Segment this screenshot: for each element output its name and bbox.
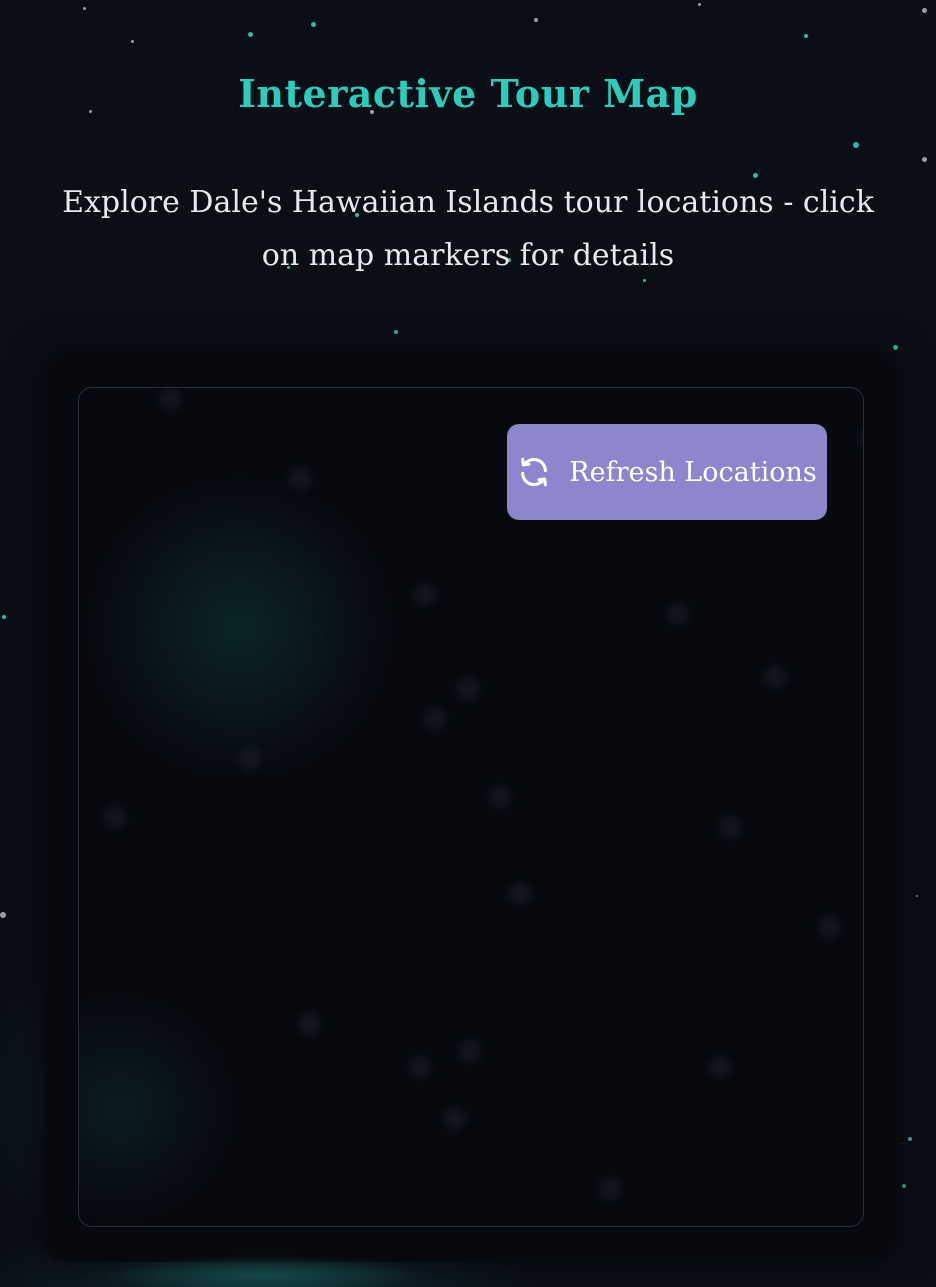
star: [922, 8, 927, 13]
star: [83, 7, 86, 10]
map-dot: [489, 786, 511, 808]
star: [0, 912, 6, 918]
refresh-locations-button[interactable]: Refresh Locations: [507, 424, 827, 520]
map-dot: [599, 1178, 621, 1200]
star: [853, 142, 859, 148]
star: [248, 32, 253, 37]
map-dot: [667, 603, 689, 625]
page-title: Interactive Tour Map: [238, 71, 698, 116]
star: [902, 1184, 906, 1188]
star: [698, 3, 701, 6]
star: [908, 1137, 912, 1141]
refresh-button-label: Refresh Locations: [569, 456, 817, 488]
map-dot: [159, 388, 181, 410]
map-dot: [819, 916, 841, 938]
map-card: Refresh Locations: [44, 352, 896, 1262]
map-dot: [719, 816, 741, 838]
map-dot: [104, 806, 126, 828]
star: [131, 40, 134, 43]
star: [922, 157, 927, 162]
map-dot: [859, 428, 863, 450]
star: [893, 345, 898, 350]
map-dot: [239, 748, 261, 770]
map-dot: [424, 708, 446, 730]
map-dot: [459, 1040, 481, 1062]
map-dot: [764, 666, 786, 688]
map-dot: [414, 583, 436, 605]
star: [916, 895, 918, 897]
map-dot: [457, 678, 479, 700]
map-dot: [444, 1108, 466, 1130]
map-dot: [289, 468, 311, 490]
map-dot: [709, 1056, 731, 1078]
star: [394, 330, 398, 334]
star: [534, 18, 538, 22]
map-dot: [409, 1056, 431, 1078]
star: [311, 22, 316, 27]
refresh-icon: [517, 455, 551, 489]
map-area[interactable]: Refresh Locations: [78, 387, 864, 1227]
star: [804, 34, 808, 38]
page-subtitle: Explore Dale's Hawaiian Islands tour loc…: [62, 185, 874, 273]
star: [2, 615, 6, 619]
map-dot: [509, 883, 531, 905]
map-dot: [299, 1013, 321, 1035]
